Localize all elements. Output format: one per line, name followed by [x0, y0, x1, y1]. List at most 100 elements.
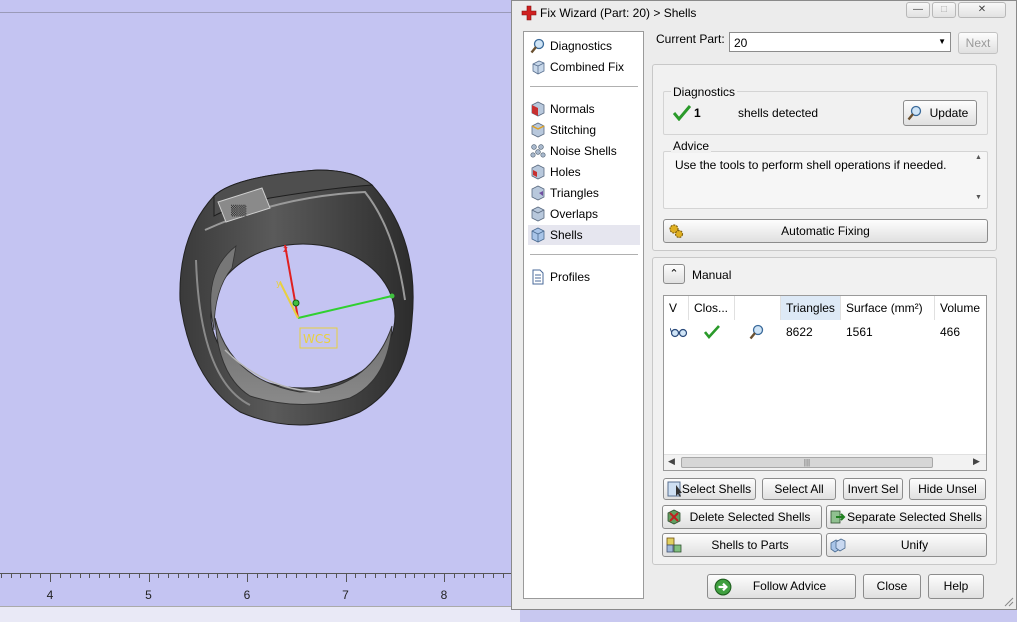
follow-advice-button[interactable]: Follow Advice [707, 574, 856, 599]
nav-item-holes[interactable]: Holes [528, 162, 640, 182]
ruler-tick [424, 573, 426, 578]
ruler-label: 6 [243, 588, 251, 602]
collapse-manual-button[interactable]: ⌃ [663, 264, 685, 284]
advice-text: Use the tools to perform shell operation… [675, 158, 947, 172]
close-button[interactable]: Close [863, 574, 921, 599]
ruler-tick [89, 573, 91, 578]
ruler-tick [286, 573, 288, 578]
column-header-surface[interactable]: Surface (mm²) [841, 296, 935, 320]
ruler-tick [384, 573, 386, 578]
ruler-tick [50, 573, 51, 582]
current-part-label: Current Part: [656, 32, 725, 46]
ruler-tick [335, 573, 337, 578]
close-window-button[interactable]: ✕ [958, 2, 1006, 18]
current-part-select[interactable]: 20 ▼ [729, 32, 951, 52]
ruler-tick [118, 573, 120, 578]
ring-model[interactable]: ▒▒ z y WCS [0, 0, 520, 560]
column-header-volume[interactable]: Volume [935, 296, 986, 320]
nav-item-combined-fix[interactable]: Combined Fix [528, 57, 640, 77]
separate-selected-shells-button[interactable]: Separate Selected Shells [826, 505, 987, 529]
ruler-tick [217, 573, 219, 578]
nav-label: Overlaps [550, 207, 599, 221]
column-header-triangles[interactable]: Triangles [781, 296, 841, 320]
nav-item-stitching[interactable]: Stitching [528, 120, 640, 140]
select-shells-button[interactable]: Select Shells [663, 478, 756, 500]
resize-grip-icon[interactable] [1002, 595, 1014, 607]
unify-button[interactable]: Unify [826, 533, 987, 557]
ruler-tick [138, 573, 140, 578]
ruler-tick [197, 573, 199, 578]
delete-selected-shells-button[interactable]: Delete Selected Shells [662, 505, 822, 529]
nav-item-shells[interactable]: Shells [528, 225, 640, 245]
ruler-tick [207, 573, 209, 578]
ruler-tick [30, 573, 32, 578]
manual-title: Manual [692, 268, 732, 282]
3d-viewport[interactable]: ▒▒ z y WCS 4 5 6 7 8 [0, 0, 520, 622]
magnifier-icon [907, 105, 922, 121]
ruler-tick [10, 573, 12, 578]
ruler-tick [247, 573, 248, 582]
ruler-tick [434, 573, 436, 578]
nav-item-triangles[interactable]: Triangles [528, 183, 640, 203]
column-header-visible[interactable]: V [664, 296, 689, 320]
scroll-thumb[interactable]: ||| [681, 457, 933, 468]
column-header-closed[interactable]: Clos... [689, 296, 735, 320]
nav-divider [530, 254, 638, 255]
minimize-button[interactable]: — [906, 2, 930, 18]
hide-unsel-button[interactable]: Hide Unsel [909, 478, 986, 500]
nav-item-profiles[interactable]: Profiles [528, 267, 640, 287]
ruler-tick [365, 573, 367, 578]
shells-cube-icon [531, 227, 545, 243]
nav-item-overlaps[interactable]: Overlaps [528, 204, 640, 224]
ruler-tick [306, 573, 308, 578]
triangles-cube-icon [531, 185, 545, 201]
ruler-tick [227, 573, 229, 578]
scroll-right-icon: ▶ [973, 456, 980, 466]
svg-text:▒▒: ▒▒ [231, 204, 247, 217]
ruler-tick [463, 573, 465, 578]
help-button[interactable]: Help [928, 574, 984, 599]
app-cross-icon [521, 5, 537, 21]
next-button[interactable]: Next [958, 32, 998, 54]
shells-table[interactable]: V Clos... Triangles Surface (mm²) Volume… [663, 295, 987, 471]
window-title: Fix Wizard (Part: 20) > Shells [540, 6, 697, 20]
column-header-select[interactable] [735, 296, 781, 320]
nav-item-noise-shells[interactable]: Noise Shells [528, 141, 640, 161]
automatic-fixing-label: Automatic Fixing [781, 224, 870, 238]
table-row[interactable]: 8622 1561 466 [664, 322, 986, 342]
stitching-cube-icon [531, 122, 545, 138]
select-all-button[interactable]: Select All [762, 478, 836, 500]
nav-label: Diagnostics [550, 39, 613, 53]
fix-wizard-window: Fix Wizard (Part: 20) > Shells — □ ✕ Dia… [511, 0, 1017, 610]
overlaps-cube-icon [531, 206, 545, 222]
scroll-down-icon: ▼ [975, 194, 982, 201]
svg-text:y: y [276, 279, 282, 289]
ruler-tick [20, 573, 22, 578]
cell-volume: 466 [940, 325, 961, 339]
maximize-button[interactable]: □ [932, 2, 956, 18]
nav-item-normals[interactable]: Normals [528, 99, 640, 119]
update-button[interactable]: Update [903, 100, 977, 126]
nav-item-diagnostics[interactable]: Diagnostics [528, 36, 640, 56]
table-horizontal-scrollbar[interactable]: ◀ ||| ▶ [664, 454, 986, 470]
advice-scrollbar[interactable]: ▲ ▼ [974, 154, 986, 206]
automatic-fixing-button[interactable]: Automatic Fixing [663, 219, 988, 243]
advice-title: Advice [671, 139, 712, 153]
ruler-tick [266, 573, 268, 578]
update-label: Update [929, 106, 969, 120]
magnifier-icon[interactable] [749, 324, 765, 340]
ruler-tick [158, 573, 160, 578]
ruler-tick [69, 573, 71, 578]
unify-cubes-icon [830, 538, 846, 553]
ruler-tick [375, 573, 377, 578]
ruler-label: 5 [145, 588, 152, 602]
shells-to-parts-button[interactable]: Shells to Parts [662, 533, 822, 557]
title-bar[interactable]: Fix Wizard (Part: 20) > Shells — □ ✕ [512, 1, 1016, 25]
invert-sel-button[interactable]: Invert Sel [843, 478, 903, 500]
ruler-tick [187, 573, 189, 578]
select-shells-label: Select Shells [681, 482, 752, 496]
ruler-tick [493, 573, 495, 578]
nav-label: Holes [550, 165, 581, 179]
eyeglasses-icon[interactable] [670, 326, 688, 338]
ruler-tick [79, 573, 81, 578]
